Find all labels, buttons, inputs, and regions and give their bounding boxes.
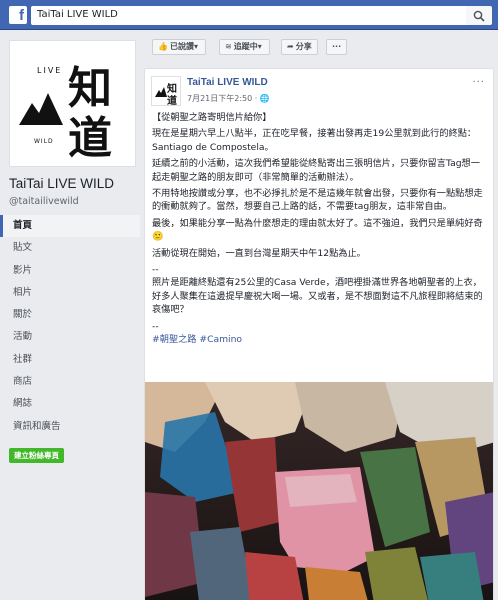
post-text: 【從朝聖之路寄明信片給你】 現在是星期六早上八點半，正在吃早餐，接著出發再走19… [152,111,488,350]
svg-text:知: 知 [166,82,177,95]
page-action-bar: 👍 已說讚 ▾ ≋ 追蹤中 ▾ ➦ 分享 ··· [144,30,496,64]
post-author-name[interactable]: TaiTai LIVE WILD [187,77,268,88]
nav-item-events[interactable]: 活動 [0,326,140,348]
nav-item-notes[interactable]: 網誌 [0,393,140,415]
left-column: LIVE WILD 知 道 TaiTai LIVE WILD @taitaili… [0,30,140,600]
page-nav: 首頁 貼文 影片 相片 關於 活動 社群 商店 網誌 資訊和廣告 [0,215,140,438]
post-separator: -- [152,320,159,332]
nav-item-about[interactable]: 關於 [0,304,140,326]
post-paragraph: 最後，如果能分享一點為什麼想走的理由就太好了。這不強迫，我們只是單純好奇 🙂 [152,217,483,243]
chevron-down-icon: ▾ [193,42,198,51]
facebook-logo-icon[interactable]: f [9,6,27,24]
nav-item-shop[interactable]: 商店 [0,371,140,393]
page-profile-picture[interactable]: LIVE WILD 知 道 [9,40,136,167]
share-arrow-icon: ➦ [287,42,294,51]
nav-item-community[interactable]: 社群 [0,349,140,371]
logo-bottom-text: WILD [34,138,54,145]
logo-char-1: 知 [68,63,112,114]
post-hashtags[interactable]: #朝聖之路 #Camino [152,334,242,345]
share-button[interactable]: ➦ 分享 [281,39,318,55]
share-label: 分享 [295,42,312,51]
post-paragraph: 【從朝聖之路寄明信片給你】 [152,112,272,123]
page-handle[interactable]: @taitailivewild [9,196,79,207]
nav-item-photos[interactable]: 相片 [0,282,140,304]
search-button[interactable] [466,6,492,25]
page-name[interactable]: TaiTai LIVE WILD [9,176,114,191]
liked-label: 已說讚 [169,42,194,51]
nav-item-home[interactable]: 首頁 [0,215,140,238]
top-bar: f TaiTai LIVE WILD [0,0,498,30]
search-icon [473,10,485,22]
globe-icon: 🌐 [259,94,270,103]
post-paragraph: 不用特地按讚或分享，也不必掙扎於是不是這幾年就會出發，只要你有一點點想走的衝動就… [152,188,483,213]
nav-item-videos[interactable]: 影片 [0,260,140,282]
post-separator: -- [152,264,159,276]
more-options-button[interactable]: ··· [326,39,348,55]
nav-item-posts[interactable]: 貼文 [0,237,140,259]
page-logo: LIVE WILD 知 道 [19,63,112,164]
post-paragraph: 照片是距離終點還有25公里的Casa Verde，酒吧裡掛滿世界各地朝聖者的上衣… [152,277,483,316]
post-paragraph: 活動從現在開始，一直到台灣星期天中午12點為止。 [152,247,366,259]
post-paragraph: 現在是星期六早上八點半，正在吃早餐，接著出發再走19公里就到此行的終點：Sant… [152,128,477,153]
search-input[interactable]: TaiTai LIVE WILD [31,6,466,25]
following-label: 追蹤中 [233,42,258,51]
create-page-button[interactable]: 建立粉絲專頁 [9,448,64,463]
post-time[interactable]: 7月21日下午2:50 · [187,94,257,103]
post-options-button[interactable]: ··· [472,77,485,88]
logo-top-text: LIVE [37,66,62,75]
post-timestamp[interactable]: 7月21日下午2:50 · 🌐 [187,93,270,104]
thumbs-up-icon: 👍 [158,42,168,51]
svg-text:道: 道 [167,94,177,106]
following-button[interactable]: ≋ 追蹤中 ▾ [219,39,270,55]
liked-button[interactable]: 👍 已說讚 ▾ [152,39,206,55]
post-card: 知 道 TaiTai LIVE WILD 7月21日下午2:50 · 🌐 ···… [144,68,494,600]
hanging-shirts-image [145,382,493,600]
logo-char-2: 道 [68,113,112,164]
chevron-down-icon: ▾ [257,42,262,51]
rss-icon: ≋ [225,42,232,51]
post-photo[interactable] [145,382,493,600]
nav-item-info-and-ads[interactable]: 資訊和廣告 [0,416,140,438]
post-author-avatar[interactable]: 知 道 [151,76,181,106]
post-paragraph: 延續之前的小活動，這次我們希望能從終點寄出三張明信片，只要你留言Tag想一起走朝… [152,158,480,183]
avatar-logo: 知 道 [155,82,177,106]
